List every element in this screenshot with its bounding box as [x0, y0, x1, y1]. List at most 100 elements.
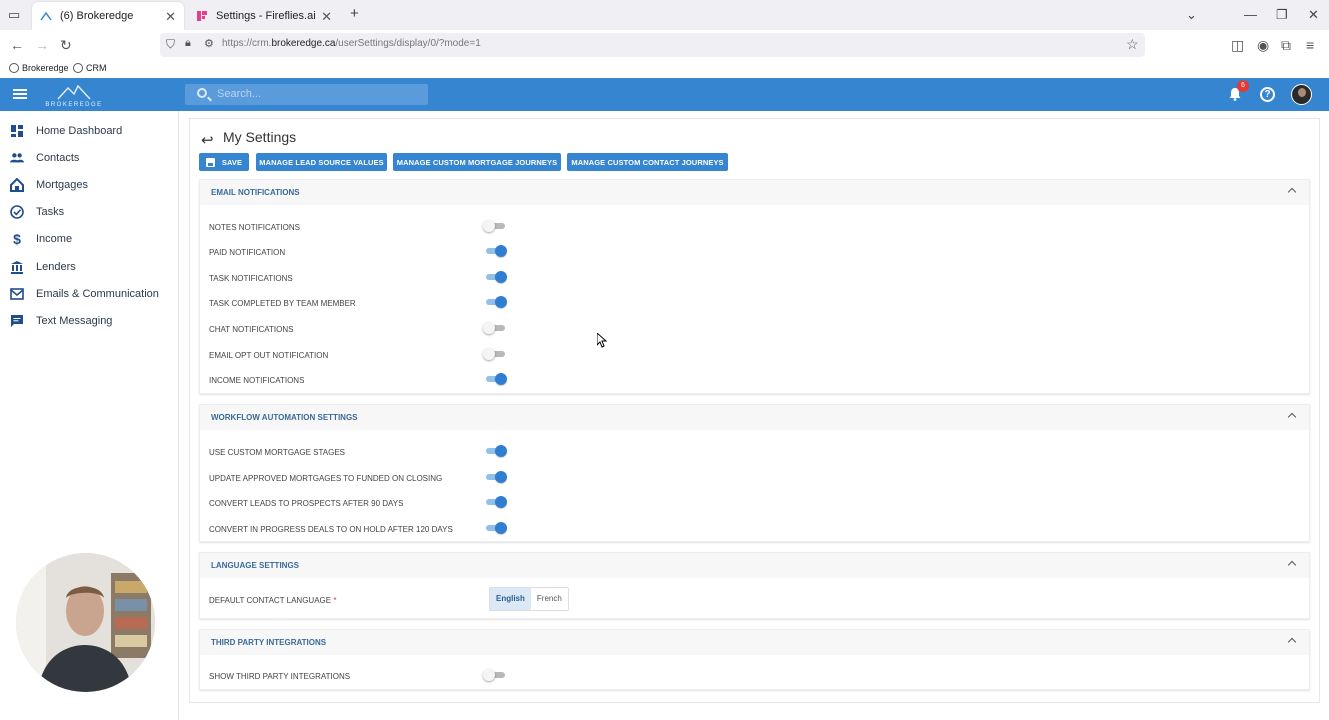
dashboard-icon [10, 124, 24, 138]
paid-notification-toggle[interactable] [483, 245, 507, 257]
chat-notifications-toggle[interactable] [483, 322, 507, 334]
sidebar-item-text-messaging[interactable]: Text Messaging [0, 308, 179, 334]
brokeredge-logo[interactable]: BROKEREDGE [44, 82, 104, 108]
mouse-cursor-icon [596, 331, 608, 353]
back-arrow-icon[interactable]: ← [10, 37, 24, 53]
custom-mortgage-stages-toggle[interactable] [483, 445, 507, 457]
language-option-french[interactable]: French [531, 588, 568, 610]
setting-label: SHOW THIRD PARTY INTEGRATIONS [209, 672, 351, 681]
language-toggle-group: English French [489, 587, 569, 611]
avatar[interactable] [1291, 84, 1312, 105]
chevron-up-icon[interactable] [1287, 560, 1297, 570]
sidebar-item-emails-communication[interactable]: Emails & Communication [0, 281, 179, 307]
sidebar-item-tasks[interactable]: Tasks [0, 199, 179, 225]
tab-list-icon[interactable]: ▭ [8, 7, 20, 23]
globe-icon [73, 63, 83, 73]
task-notifications-toggle[interactable] [483, 271, 507, 283]
section-title: LANGUAGE SETTINGS [211, 561, 300, 570]
forward-arrow-icon[interactable]: → [35, 37, 49, 53]
hamburger-menu-icon[interactable] [13, 89, 27, 99]
new-tab-icon[interactable]: + [350, 5, 359, 22]
menu-icon[interactable]: ≡ [1306, 37, 1314, 53]
tab-brokeredge[interactable]: (6) Brokeredge ✕ [32, 2, 184, 30]
sidebar-item-lenders[interactable]: Lenders [0, 254, 179, 280]
mail-icon [10, 287, 24, 301]
chevron-up-icon[interactable] [1287, 187, 1297, 197]
notes-notifications-toggle[interactable] [483, 220, 507, 232]
brokeredge-favicon [40, 10, 52, 22]
section-title: THIRD PARTY INTEGRATIONS [211, 638, 327, 647]
manage-custom-mortgage-journeys-button[interactable]: MANAGE CUSTOM MORTGAGE JOURNEYS [393, 153, 561, 171]
bank-icon [10, 260, 24, 274]
deals-on-hold-toggle[interactable] [483, 522, 507, 534]
page-title: My Settings [223, 129, 297, 145]
back-arrow-icon[interactable]: ↩ [201, 131, 214, 149]
people-icon [10, 151, 24, 165]
task-completed-toggle[interactable] [483, 296, 507, 308]
search-input[interactable]: Search... [185, 84, 428, 105]
bookmark-crm[interactable]: CRM [73, 63, 107, 73]
settings-panel: ↩ My Settings SAVE MANAGE LEAD SOURCE VA… [189, 118, 1320, 703]
leads-to-prospects-toggle[interactable] [483, 496, 507, 508]
setting-label: PAID NOTIFICATION [209, 248, 286, 257]
setting-label: UPDATE APPROVED MORTGAGES TO FUNDED ON C… [209, 474, 443, 483]
manage-custom-contact-journeys-button[interactable]: MANAGE CUSTOM CONTACT JOURNEYS [567, 153, 728, 171]
tab-label: (6) Brokeredge [60, 10, 134, 22]
window-close-icon[interactable]: ✕ [1308, 7, 1319, 23]
email-opt-out-toggle[interactable] [483, 348, 507, 360]
section-header[interactable]: EMAIL NOTIFICATIONS [200, 180, 1309, 205]
tab-fireflies[interactable]: Settings - Fireflies.ai ✕ [188, 2, 340, 30]
restore-icon[interactable]: ❐ [1276, 7, 1288, 23]
pocket-icon[interactable]: ◫ [1231, 37, 1244, 54]
chat-icon [10, 314, 24, 328]
sidebar-item-mortgages[interactable]: Mortgages [0, 172, 179, 198]
close-icon[interactable]: ✕ [165, 9, 176, 25]
bookmark-brokeredge[interactable]: Brokeredge [9, 63, 69, 73]
setting-label: CONVERT LEADS TO PROSPECTS AFTER 90 DAYS [209, 499, 404, 508]
setting-label: NOTES NOTIFICATIONS [209, 223, 300, 232]
funded-on-closing-toggle[interactable] [483, 471, 507, 483]
save-button[interactable]: SAVE [199, 153, 249, 171]
reload-icon[interactable]: ↻ [60, 37, 72, 54]
sidebar-item-income[interactable]: $ Income [0, 226, 179, 252]
manage-lead-source-values-button[interactable]: MANAGE LEAD SOURCE VALUES [256, 153, 387, 171]
star-icon[interactable]: ☆ [1126, 36, 1139, 53]
section-title: EMAIL NOTIFICATIONS [211, 188, 300, 197]
section-header[interactable]: WORKFLOW AUTOMATION SETTINGS [200, 405, 1309, 430]
search-icon [197, 88, 207, 98]
account-icon[interactable]: ◉ [1257, 37, 1269, 54]
logo-text: BROKEREDGE [45, 102, 103, 108]
setting-label: EMAIL OPT OUT NOTIFICATION [209, 351, 329, 360]
section-header[interactable]: LANGUAGE SETTINGS [200, 553, 1309, 578]
show-third-party-toggle[interactable] [483, 669, 507, 681]
chevron-up-icon[interactable] [1287, 637, 1297, 647]
chevron-down-icon[interactable]: ⌄ [1186, 7, 1197, 23]
sidebar-item-contacts[interactable]: Contacts [0, 145, 179, 171]
setting-label: DEFAULT CONTACT LANGUAGE * [209, 596, 337, 605]
lock-icon[interactable]: 🔒︎ [185, 37, 191, 50]
app-header: BROKEREDGE Search... 6 ? [0, 78, 1329, 111]
sidebar-item-home-dashboard[interactable]: Home Dashboard [0, 118, 179, 144]
language-option-english[interactable]: English [490, 588, 531, 610]
help-icon[interactable]: ? [1260, 87, 1275, 102]
dollar-icon: $ [13, 231, 21, 247]
setting-label: USE CUSTOM MORTGAGE STAGES [209, 448, 346, 457]
section-header[interactable]: THIRD PARTY INTEGRATIONS [200, 630, 1309, 655]
chevron-up-icon[interactable] [1287, 412, 1297, 422]
minimize-icon[interactable]: — [1244, 7, 1257, 22]
save-icon [205, 157, 215, 167]
check-circle-icon [10, 205, 24, 219]
search-placeholder: Search... [217, 88, 262, 100]
house-icon [10, 178, 24, 192]
email-notifications-section: EMAIL NOTIFICATIONS NOTES NOTIFICATIONS … [199, 179, 1310, 394]
shield-icon[interactable]: ⛉ [166, 37, 175, 52]
bookmarks-bar: Brokeredge CRM [0, 60, 1329, 78]
address-bar[interactable]: ⛉ 🔒︎ ⚙︎ https://crm.brokeredge.ca/userSe… [160, 33, 1145, 57]
setting-label: CONVERT IN PROGRESS DEALS TO ON HOLD AFT… [209, 525, 453, 534]
setting-label: TASK NOTIFICATIONS [209, 274, 293, 283]
permissions-icon[interactable]: ⚙︎ [204, 37, 214, 50]
close-icon[interactable]: ✕ [321, 9, 332, 25]
globe-icon [9, 63, 19, 73]
extensions-icon[interactable]: ⧉ [1281, 37, 1291, 54]
income-notifications-toggle[interactable] [483, 373, 507, 385]
